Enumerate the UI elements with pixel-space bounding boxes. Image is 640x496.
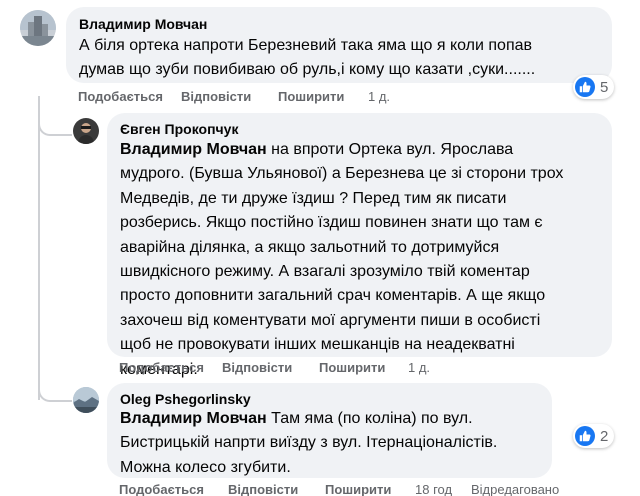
thread-branch: [38, 384, 72, 402]
reply-button[interactable]: Відповісти: [228, 482, 298, 496]
comment-author[interactable]: Євген Прокопчук: [120, 121, 238, 137]
reaction-count: 2: [600, 427, 609, 445]
share-button[interactable]: Поширити: [319, 360, 385, 375]
reply-button[interactable]: Відповісти: [222, 360, 292, 375]
comment-actions: Подобається Відповісти Поширити 1 д.: [78, 89, 418, 105]
avatar[interactable]: [73, 118, 99, 144]
comment-actions: Подобається Відповісти Поширити 18 год В…: [119, 482, 579, 496]
reaction-summary[interactable]: 2: [573, 424, 615, 448]
edited-label: Відредаговано: [471, 482, 560, 496]
thread-branch: [38, 118, 72, 136]
comment-author[interactable]: Владимир Мовчан: [79, 16, 207, 32]
reaction-summary[interactable]: 5: [573, 75, 615, 99]
comment-text: Владимир Мовчан на впроти Ортека вул. Яр…: [120, 141, 564, 378]
timestamp[interactable]: 1 д.: [408, 360, 430, 375]
like-button[interactable]: Подобається: [78, 89, 163, 104]
mention-link[interactable]: Владимир Мовчан: [120, 141, 267, 158]
like-icon: [575, 426, 595, 446]
comment-actions: Подобається Відповісти Поширити 1 д.: [119, 360, 459, 376]
avatar[interactable]: [73, 387, 99, 413]
mention-link[interactable]: Владимир Мовчан: [120, 410, 267, 427]
like-icon: [575, 77, 595, 97]
like-button[interactable]: Подобається: [119, 482, 204, 496]
like-button[interactable]: Подобається: [119, 360, 204, 375]
share-button[interactable]: Поширити: [278, 89, 344, 104]
reaction-count: 5: [600, 78, 609, 96]
timestamp[interactable]: 18 год: [415, 482, 452, 496]
timestamp[interactable]: 1 д.: [368, 89, 390, 104]
share-button[interactable]: Поширити: [325, 482, 391, 496]
comment-author[interactable]: Oleg Pshegorlinsky: [120, 391, 251, 407]
thread-line: [38, 96, 40, 400]
avatar[interactable]: [20, 10, 56, 46]
reply-button[interactable]: Відповісти: [181, 89, 251, 104]
comment-text: А біля ортека напроти Березневий така ям…: [79, 37, 536, 79]
comment-text: Владимир Мовчан Там яма (по коліна) по в…: [120, 410, 498, 476]
